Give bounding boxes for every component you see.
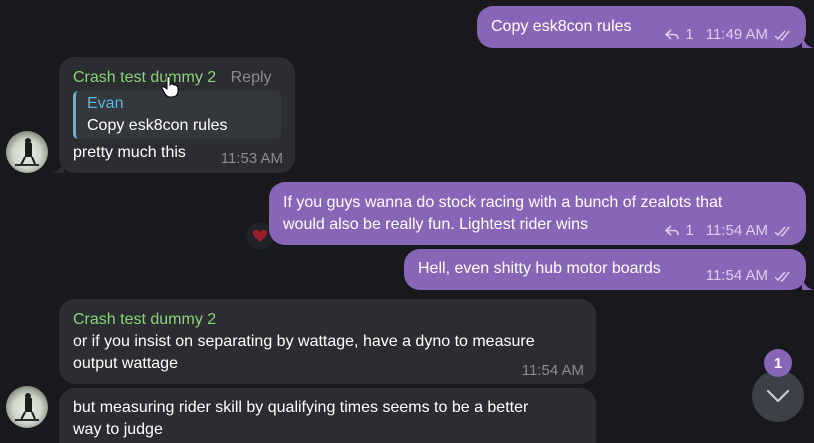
avatar-image xyxy=(15,393,39,421)
message-time-label: 11:53 AM xyxy=(220,150,283,167)
unread-count-badge[interactable]: 1 xyxy=(764,349,792,377)
reply-count: 1 xyxy=(685,26,694,43)
quote-text: Copy esk8con rules xyxy=(87,117,228,134)
double-check-icon xyxy=(774,30,790,41)
unread-count: 1 xyxy=(773,354,783,372)
outgoing-message[interactable]: Copy esk8con rules 1 11:49 AM xyxy=(477,6,806,48)
message-time: 11:54 AM xyxy=(522,360,584,382)
avatar[interactable] xyxy=(6,386,48,428)
message-time: 11:54 AM xyxy=(705,222,768,239)
avatar[interactable] xyxy=(6,131,48,173)
message-line: or if you insist on separating by wattag… xyxy=(73,333,535,350)
message-meta: 11:54 AM xyxy=(706,265,794,287)
message-meta: 1 11:54 AM xyxy=(665,220,794,242)
chevron-down-icon xyxy=(766,389,790,403)
message-line: but measuring rider skill by qualifying … xyxy=(73,399,529,416)
bubble-tail xyxy=(802,34,814,48)
quote-author: Evan xyxy=(87,95,124,112)
outgoing-message[interactable]: If you guys wanna do stock racing with a… xyxy=(269,182,806,245)
hand-cursor-icon xyxy=(161,76,179,98)
message-text: If you guys wanna do stock racing with a… xyxy=(283,192,722,236)
outgoing-message[interactable]: Hell, even shitty hub motor boards 11:54… xyxy=(404,249,806,290)
message-meta: 1 11:49 AM xyxy=(665,24,794,46)
incoming-message[interactable]: Crash test dummy 2 Reply Evan Copy esk8c… xyxy=(59,57,295,173)
chat-history[interactable]: Copy esk8con rules 1 11:49 AM Crash test… xyxy=(0,0,814,443)
message-line: output wattage xyxy=(73,355,178,372)
double-check-icon xyxy=(774,271,790,282)
message-line: If you guys wanna do stock racing with a… xyxy=(283,194,723,211)
reply-count: 1 xyxy=(685,222,694,239)
double-check-icon xyxy=(774,226,790,237)
incoming-message[interactable]: but measuring rider skill by qualifying … xyxy=(59,388,596,443)
message-time-label: 11:54 AM xyxy=(521,362,584,379)
message-text: pretty much this xyxy=(73,144,186,161)
message-line: would also be really fun. Lightest rider… xyxy=(283,216,589,233)
sender-name[interactable]: Crash test dummy 2 xyxy=(73,309,535,331)
incoming-message[interactable]: Crash test dummy 2 or if you insist on s… xyxy=(59,299,596,384)
bubble-tail xyxy=(802,276,814,290)
reply-arrow-icon[interactable] xyxy=(665,29,680,41)
scroll-to-bottom-button[interactable] xyxy=(752,370,804,422)
message-time: 11:54 AM xyxy=(705,267,768,284)
message-time: 11:49 AM xyxy=(705,26,768,43)
bubble-tail xyxy=(52,159,64,173)
reply-arrow-icon[interactable] xyxy=(665,225,680,237)
quoted-message[interactable]: Evan Copy esk8con rules xyxy=(73,91,281,139)
sender-name[interactable]: Crash test dummy 2 xyxy=(73,69,216,86)
message-line: way to judge xyxy=(73,421,163,438)
reply-button[interactable]: Reply xyxy=(231,69,272,86)
avatar-image xyxy=(15,138,39,166)
message-time: 11:53 AM xyxy=(221,148,283,170)
heart-icon xyxy=(252,229,268,242)
message-text: Copy esk8con rules xyxy=(491,18,632,35)
message-text: Hell, even shitty hub motor boards xyxy=(418,260,661,277)
